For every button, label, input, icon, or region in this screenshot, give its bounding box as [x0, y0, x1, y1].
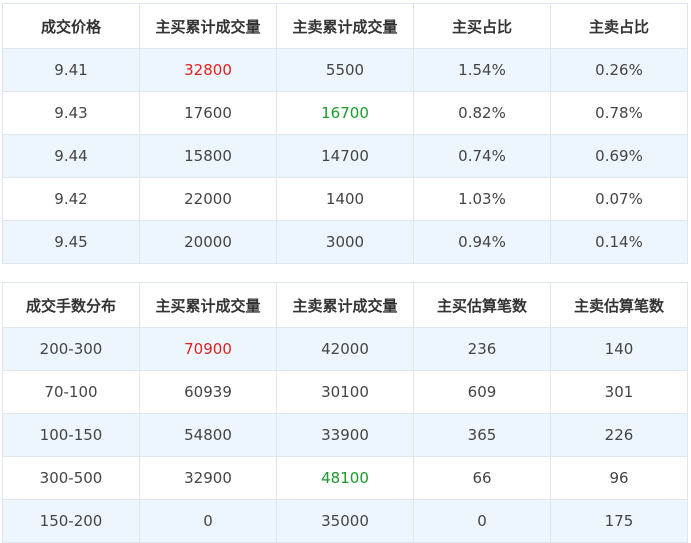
- cell-sell-volume: 35000: [276, 499, 414, 543]
- cell-sell-count: 226: [550, 413, 688, 457]
- table-row: 9.43 17600 16700 0.82% 0.78%: [2, 91, 688, 135]
- cell-sell-volume: 30100: [276, 370, 414, 414]
- cell-lot-range: 100-150: [2, 413, 140, 457]
- cell-sell-volume: 42000: [276, 327, 414, 371]
- cell-buy-count: 609: [413, 370, 551, 414]
- table-row: 9.41 32800 5500 1.54% 0.26%: [2, 48, 688, 92]
- cell-buy-volume: 60939: [139, 370, 277, 414]
- cell-sell-volume: 5500: [276, 48, 414, 92]
- header-sell-count: 主卖估算笔数: [550, 282, 688, 328]
- table-row: 100-150 54800 33900 365 226: [2, 413, 688, 457]
- cell-buy-volume: 32900: [139, 456, 277, 500]
- cell-sell-ratio: 0.26%: [550, 48, 688, 92]
- cell-buy-count: 66: [413, 456, 551, 500]
- table-row: 300-500 32900 48100 66 96: [2, 456, 688, 500]
- header-buy-count: 主买估算笔数: [413, 282, 551, 328]
- lot-size-distribution-table: 成交手数分布 主买累计成交量 主卖累计成交量 主买估算笔数 主卖估算笔数 200…: [2, 282, 688, 543]
- cell-buy-ratio: 1.54%: [413, 48, 551, 92]
- cell-price: 9.44: [2, 134, 140, 178]
- header-buy-volume: 主买累计成交量: [139, 3, 277, 49]
- cell-sell-ratio: 0.14%: [550, 220, 688, 264]
- cell-sell-count: 96: [550, 456, 688, 500]
- cell-buy-ratio: 0.82%: [413, 91, 551, 135]
- cell-sell-volume: 1400: [276, 177, 414, 221]
- table-row: 150-200 0 35000 0 175: [2, 499, 688, 543]
- header-lot-range: 成交手数分布: [2, 282, 140, 328]
- header-buy-volume: 主买累计成交量: [139, 282, 277, 328]
- cell-buy-volume: 0: [139, 499, 277, 543]
- cell-buy-volume: 15800: [139, 134, 277, 178]
- table-header-row: 成交手数分布 主买累计成交量 主卖累计成交量 主买估算笔数 主卖估算笔数: [2, 282, 688, 328]
- table-row: 9.42 22000 1400 1.03% 0.07%: [2, 177, 688, 221]
- cell-buy-volume: 32800: [139, 48, 277, 92]
- price-distribution-table: 成交价格 主买累计成交量 主卖累计成交量 主买占比 主卖占比 9.41 3280…: [2, 3, 688, 264]
- cell-buy-volume: 54800: [139, 413, 277, 457]
- table-header-row: 成交价格 主买累计成交量 主卖累计成交量 主买占比 主卖占比: [2, 3, 688, 49]
- cell-buy-count: 236: [413, 327, 551, 371]
- page: 成交价格 主买累计成交量 主卖累计成交量 主买占比 主卖占比 9.41 3280…: [0, 0, 691, 543]
- cell-sell-volume: 3000: [276, 220, 414, 264]
- cell-sell-volume: 14700: [276, 134, 414, 178]
- cell-sell-ratio: 0.78%: [550, 91, 688, 135]
- cell-sell-count: 175: [550, 499, 688, 543]
- cell-price: 9.43: [2, 91, 140, 135]
- header-buy-ratio: 主买占比: [413, 3, 551, 49]
- cell-lot-range: 300-500: [2, 456, 140, 500]
- cell-buy-volume: 70900: [139, 327, 277, 371]
- cell-lot-range: 150-200: [2, 499, 140, 543]
- cell-price: 9.45: [2, 220, 140, 264]
- cell-buy-count: 365: [413, 413, 551, 457]
- table-row: 70-100 60939 30100 609 301: [2, 370, 688, 414]
- table-row: 9.45 20000 3000 0.94% 0.14%: [2, 220, 688, 264]
- header-sell-volume: 主卖累计成交量: [276, 282, 414, 328]
- cell-sell-ratio: 0.07%: [550, 177, 688, 221]
- header-price: 成交价格: [2, 3, 140, 49]
- cell-price: 9.42: [2, 177, 140, 221]
- cell-buy-ratio: 1.03%: [413, 177, 551, 221]
- cell-sell-volume: 16700: [276, 91, 414, 135]
- header-sell-volume: 主卖累计成交量: [276, 3, 414, 49]
- header-sell-ratio: 主卖占比: [550, 3, 688, 49]
- cell-buy-volume: 22000: [139, 177, 277, 221]
- cell-buy-volume: 20000: [139, 220, 277, 264]
- cell-lot-range: 70-100: [2, 370, 140, 414]
- table-row: 200-300 70900 42000 236 140: [2, 327, 688, 371]
- table-row: 9.44 15800 14700 0.74% 0.69%: [2, 134, 688, 178]
- cell-lot-range: 200-300: [2, 327, 140, 371]
- cell-sell-count: 301: [550, 370, 688, 414]
- cell-price: 9.41: [2, 48, 140, 92]
- cell-sell-count: 140: [550, 327, 688, 371]
- cell-sell-ratio: 0.69%: [550, 134, 688, 178]
- cell-sell-volume: 33900: [276, 413, 414, 457]
- cell-buy-volume: 17600: [139, 91, 277, 135]
- cell-sell-volume: 48100: [276, 456, 414, 500]
- cell-buy-count: 0: [413, 499, 551, 543]
- cell-buy-ratio: 0.94%: [413, 220, 551, 264]
- cell-buy-ratio: 0.74%: [413, 134, 551, 178]
